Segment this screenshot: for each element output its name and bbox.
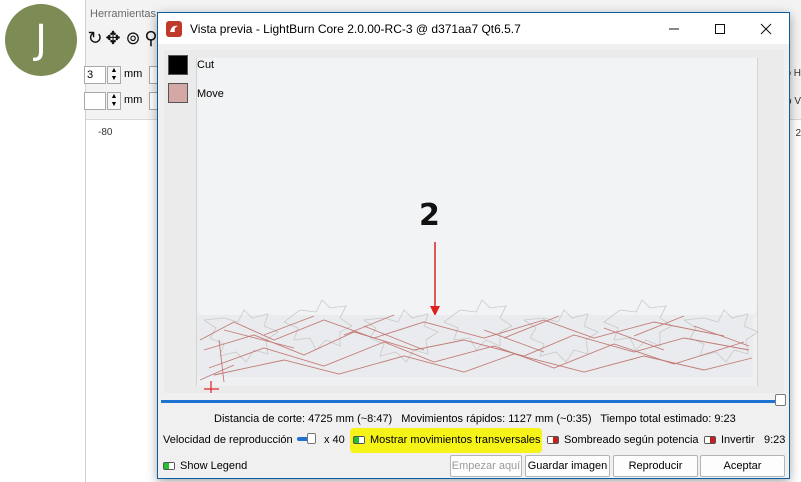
playback-progress-handle[interactable] <box>775 394 786 406</box>
origin-crosshair <box>204 381 219 393</box>
user-avatar: J <box>5 4 77 76</box>
bg-unit-2: mm <box>124 94 143 106</box>
playback-speed-slider[interactable] <box>297 433 317 444</box>
time-readout: 9:23 <box>764 434 786 446</box>
dialog-titlebar[interactable]: Vista previa - LightBurn Core 2.0.00-RC-… <box>158 13 789 44</box>
power-shading-label[interactable]: Sombreado según potencia <box>564 434 699 446</box>
bg-spin-input-2[interactable] <box>84 92 106 110</box>
accept-button[interactable]: Aceptar <box>700 455 785 477</box>
minimize-icon[interactable] <box>651 13 697 44</box>
bg-ruler-tick: -80 <box>98 127 113 138</box>
bg-menu-herramientas[interactable]: Herramientas <box>90 8 156 20</box>
play-button[interactable]: Reproducir <box>613 455 698 477</box>
bg-spin-input-1[interactable]: 3 <box>84 66 106 84</box>
bg-unit-1: mm <box>124 68 143 80</box>
stats-row: Distancia de corte: 4725 mm (~8:47) Movi… <box>214 413 742 425</box>
playback-speed-label: Velocidad de reproducción <box>163 434 293 446</box>
bg-spin-stepper-1[interactable]: ▲ ▼ <box>107 66 121 84</box>
cut-distance-text: Distancia de corte: 4725 mm (~8:47) <box>214 413 393 425</box>
invert-label[interactable]: Invertir <box>721 434 755 446</box>
avatar-letter: J <box>35 17 47 63</box>
speed-slider-handle[interactable] <box>307 433 316 444</box>
show-traversal-label[interactable]: Mostrar movimientos transversales <box>370 434 541 446</box>
rapid-moves-text: Movimientos rápidos: 1127 mm (~0:35) <box>401 413 592 425</box>
show-legend-label[interactable]: Show Legend <box>180 460 247 472</box>
move-icon[interactable]: ✥ <box>102 26 124 50</box>
preview-dialog: Vista previa - LightBurn Core 2.0.00-RC-… <box>157 12 790 479</box>
power-shading-toggle[interactable] <box>547 436 559 444</box>
show-traversal-toggle[interactable] <box>353 436 365 444</box>
invert-toggle[interactable] <box>704 436 716 444</box>
lightburn-app-icon <box>166 20 182 37</box>
bg-right-label-3: 2 <box>795 128 801 139</box>
dialog-title: Vista previa - LightBurn Core 2.0.00-RC-… <box>190 21 521 36</box>
annotation-arrow-head <box>430 306 440 316</box>
start-here-button[interactable]: Empezar aquí <box>450 455 522 477</box>
screenshot-root: J Herramientas ↻ ✥ ⊚ ⚲ 3 ▲ ▼ mm ▲ ▼ mm -80… <box>0 0 801 482</box>
close-icon[interactable] <box>743 13 789 44</box>
show-legend-toggle[interactable] <box>163 462 175 470</box>
maximize-icon[interactable] <box>697 13 743 44</box>
bg-spin-stepper-2[interactable]: ▲ ▼ <box>107 92 121 110</box>
playback-progress-track[interactable] <box>161 400 781 403</box>
save-image-button[interactable]: Guardar imagen <box>525 455 610 477</box>
total-time-text: Tiempo total estimado: 9:23 <box>600 413 736 425</box>
preview-area[interactable]: Cut Move 2 <box>164 50 784 393</box>
bg-toolbar: ↻ ✥ ⊚ ⚲ <box>86 26 161 54</box>
toolpath-drawing <box>197 242 759 393</box>
playback-speed-value: x 40 <box>324 434 345 446</box>
